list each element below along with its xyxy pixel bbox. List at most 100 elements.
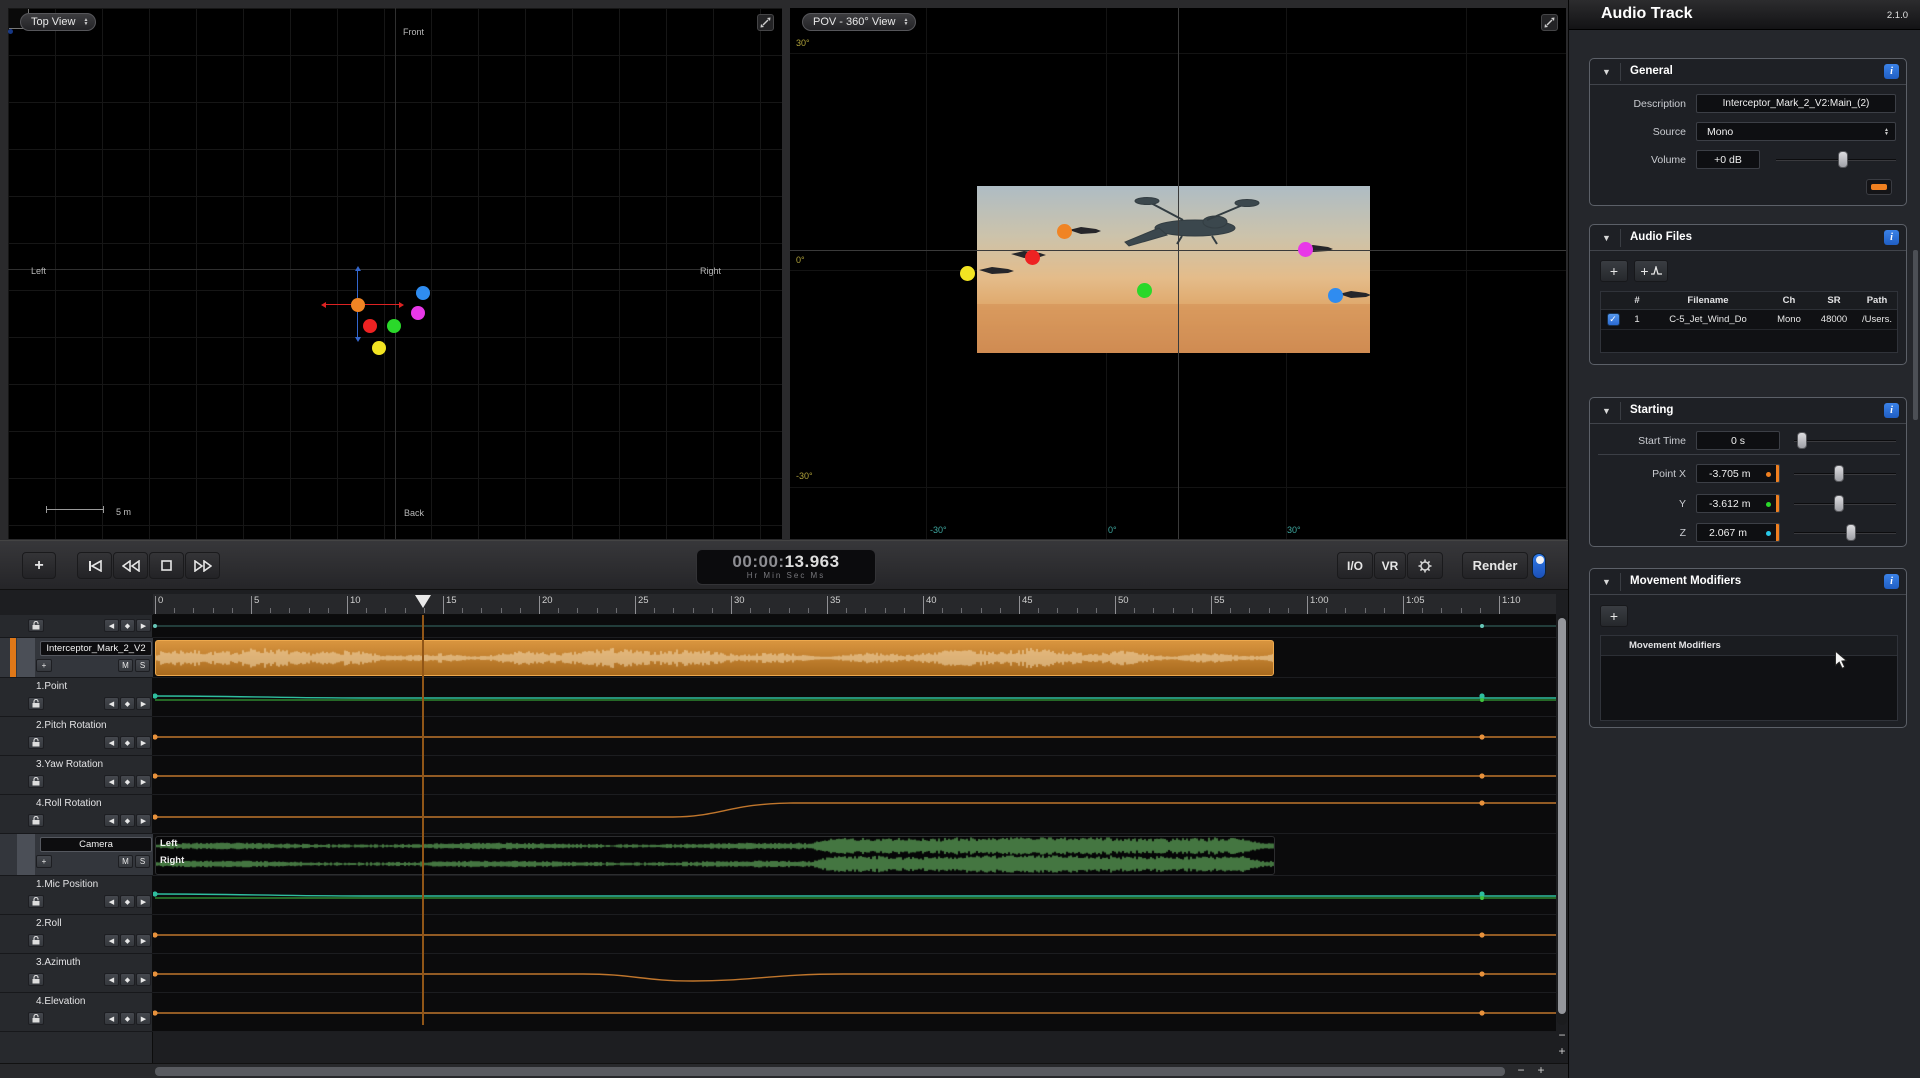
keyframe-dot[interactable] [153, 814, 158, 819]
keyframe-next-button[interactable]: ▶ [136, 736, 151, 749]
keyframe-next-button[interactable]: ▶ [136, 1012, 151, 1025]
audio-file-checkbox[interactable]: ✓ [1607, 313, 1620, 326]
automation-curves[interactable] [153, 615, 1556, 1032]
source-dot-red[interactable] [363, 319, 377, 333]
fast-forward-button[interactable] [185, 552, 220, 579]
starting-slider[interactable] [1794, 503, 1896, 505]
keyframe-add-button[interactable]: ◆ [120, 973, 135, 986]
horizontal-scrollbar-thumb[interactable] [155, 1067, 1505, 1076]
description-field[interactable]: Interceptor_Mark_2_V2:Main_(2) [1696, 94, 1896, 113]
source-dot-magenta[interactable] [1298, 242, 1313, 257]
horizontal-scrollbar[interactable] [0, 1063, 1568, 1078]
keyframe-dot[interactable] [1479, 693, 1484, 698]
collapse-triangle-icon[interactable]: ▼ [1602, 577, 1611, 587]
starting-slider-thumb[interactable] [1846, 524, 1856, 541]
lock-button[interactable] [28, 814, 44, 827]
keyframe-prev-button[interactable]: ◀ [104, 814, 119, 827]
keyframe-add-button[interactable]: ◆ [120, 1012, 135, 1025]
keyframe-prev-button[interactable]: ◀ [104, 697, 119, 710]
track-header-4.Elevation[interactable]: 4.Elevation◀◆▶ [0, 993, 153, 1032]
source-dot-green[interactable] [387, 319, 401, 333]
info-button[interactable]: i [1884, 403, 1899, 418]
keyframe-dot[interactable] [1480, 896, 1484, 900]
keyframe-dot[interactable] [153, 624, 157, 628]
keyframe-dot[interactable] [153, 891, 158, 896]
keyframe-dot[interactable] [153, 971, 158, 976]
add-audio-file-transient-button[interactable]: + [1634, 260, 1668, 282]
track-header-2.Pitch Rotation[interactable]: 2.Pitch Rotation◀◆▶ [0, 717, 153, 756]
track-header-1.Mic Position[interactable]: 1.Mic Position◀◆▶ [0, 876, 153, 915]
go-to-start-button[interactable] [77, 552, 112, 579]
track-name-field[interactable]: Camera [40, 837, 152, 852]
starting-slider-thumb[interactable] [1834, 495, 1844, 512]
collapse-triangle-icon[interactable]: ▼ [1602, 233, 1611, 243]
pov-view-expand-button[interactable] [1541, 14, 1558, 31]
audio-file-row[interactable]: ✓1C-5_Jet_Wind_DoMono48000/Users. [1601, 310, 1897, 330]
keyframe-dot[interactable] [1480, 698, 1484, 702]
keyframe-add-button[interactable]: ◆ [120, 736, 135, 749]
lock-button[interactable] [28, 697, 44, 710]
add-movement-modifier-button[interactable]: + [1600, 605, 1628, 627]
lock-button[interactable] [28, 895, 44, 908]
volume-field[interactable]: +0 dB [1696, 150, 1760, 169]
collapse-triangle-icon[interactable]: ▼ [1602, 67, 1611, 77]
render-button[interactable]: Render [1462, 552, 1528, 579]
settings-button[interactable] [1407, 552, 1443, 579]
starting-section-header[interactable]: ▼ Starting i [1590, 398, 1906, 424]
keyframe-prev-button[interactable]: ◀ [104, 775, 119, 788]
track-header-1.Point[interactable]: 1.Point◀◆▶ [0, 678, 153, 717]
render-toggle[interactable] [1532, 553, 1546, 579]
keyframe-dot[interactable] [153, 693, 158, 698]
keyframe-prev-button[interactable]: ◀ [104, 934, 119, 947]
track-color-swatch[interactable] [1866, 179, 1892, 195]
collapse-triangle-icon[interactable]: ▼ [1602, 406, 1611, 416]
keyframe-dot[interactable] [153, 932, 158, 937]
time-ruler[interactable]: 05101520253035404550551:001:051:10 [153, 594, 1556, 615]
general-section-header[interactable]: ▼ General i [1590, 59, 1906, 85]
vr-button[interactable]: VR [1374, 552, 1406, 579]
audio-files-section-header[interactable]: ▼ Audio Files i [1590, 225, 1906, 251]
keyframe-dot[interactable] [1479, 734, 1484, 739]
keyframe-next-button[interactable]: ▶ [136, 775, 151, 788]
keyframe-next-button[interactable]: ▶ [136, 697, 151, 710]
keyframe-dot[interactable] [1479, 891, 1484, 896]
lock-button[interactable] [28, 1012, 44, 1025]
inspector-scrollbar-thumb[interactable] [1913, 250, 1918, 420]
keyframe-prev-button[interactable]: ◀ [104, 895, 119, 908]
info-button[interactable]: i [1884, 230, 1899, 245]
lock-button[interactable] [28, 619, 44, 632]
track-header-3.Azimuth[interactable]: 3.Azimuth◀◆▶ [0, 954, 153, 993]
mute-button[interactable]: M [118, 659, 133, 672]
movement-modifiers-section-header[interactable]: ▼ Movement Modifiers i [1590, 569, 1906, 595]
source-dot-magenta[interactable] [411, 306, 425, 320]
playhead-line[interactable] [422, 615, 424, 1025]
starting-slider-thumb[interactable] [1834, 465, 1844, 482]
mute-button[interactable]: M [118, 855, 133, 868]
source-dot-yellow[interactable] [372, 341, 386, 355]
track-header-2.Roll[interactable]: 2.Roll◀◆▶ [0, 915, 153, 954]
keyframe-add-button[interactable]: ◆ [120, 697, 135, 710]
add-lane-button[interactable]: + [36, 855, 52, 868]
keyframe-dot[interactable] [1479, 773, 1484, 778]
starting-value-field[interactable]: 2.067 m [1696, 523, 1780, 542]
keyframe-prev-button[interactable]: ◀ [104, 1012, 119, 1025]
lock-button[interactable] [28, 973, 44, 986]
vertical-scrollbar[interactable] [1557, 615, 1567, 1025]
lock-button[interactable] [28, 775, 44, 788]
source-dot-yellow[interactable] [960, 266, 975, 281]
add-audio-file-button[interactable]: + [1600, 260, 1628, 282]
keyframe-next-button[interactable]: ▶ [136, 814, 151, 827]
track-header-Interceptor_Mark_2_V2[interactable]: Interceptor_Mark_2_V2+MS [0, 638, 153, 678]
source-dot-red[interactable] [1025, 250, 1040, 265]
lock-button[interactable] [28, 934, 44, 947]
top-view-selector[interactable]: Top View ▲▼ [20, 13, 96, 31]
solo-button[interactable]: S [135, 855, 150, 868]
source-dot-green[interactable] [1137, 283, 1152, 298]
source-dot-blue[interactable] [416, 286, 430, 300]
track-header-4.Roll Rotation[interactable]: 4.Roll Rotation◀◆▶ [0, 795, 153, 834]
keyframe-next-button[interactable]: ▶ [136, 895, 151, 908]
starting-value-field[interactable]: -3.705 m [1696, 464, 1780, 483]
vertical-zoom-out-button[interactable]: − [1555, 1028, 1569, 1042]
pov-view-selector[interactable]: POV - 360° View ▲▼ [802, 13, 916, 31]
horizontal-zoom-in-button[interactable]: + [1534, 1063, 1548, 1077]
